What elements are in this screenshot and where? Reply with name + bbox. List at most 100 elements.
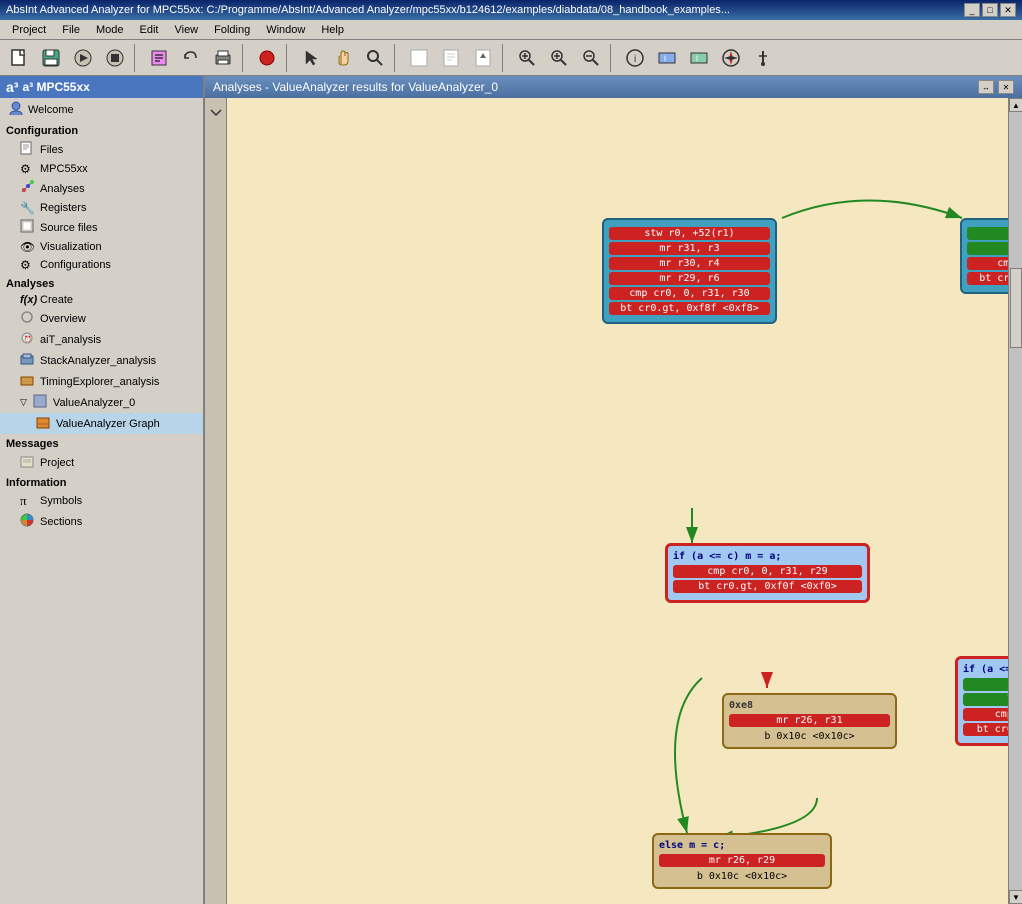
sidebar-item-visualization[interactable]: 👁 Visualization (0, 238, 203, 256)
scroll-track[interactable] (1009, 112, 1022, 890)
sidebar-item-welcome[interactable]: Welcome (0, 98, 203, 121)
sections-label: Sections (40, 516, 82, 528)
sidebar-item-analyses[interactable]: Analyses (0, 178, 203, 199)
tb-stop[interactable] (100, 44, 130, 72)
section-configuration: Configuration (0, 121, 203, 139)
tb-pin[interactable] (748, 44, 778, 72)
tb-new[interactable] (4, 44, 34, 72)
analysis-header: Analyses - ValueAnalyzer results for Val… (205, 76, 1022, 98)
ait-icon: ⏰ (20, 331, 36, 348)
cfg-block-3: 0xe8 mr r26, r31 b 0x10c <0x10c> (722, 693, 897, 749)
instr-cmp4: cmp cr0, 0, r12, r11 (963, 708, 1008, 721)
instr-mr26b: mr r26, r29 (659, 854, 825, 867)
symbols-icon: π (20, 493, 36, 509)
sidebar-item-project[interactable]: Project (0, 452, 203, 473)
tb-page2[interactable] (436, 44, 466, 72)
title-text: AbsInt Advanced Analyzer for MPC55xx: C:… (6, 4, 730, 16)
instr-bt1: bt cr0.gt, 0xf8f <0xf8> (609, 302, 770, 315)
toolbar-separator-6 (610, 44, 616, 72)
graph-canvas[interactable]: stw r0, +52(r1) mr r31, r3 mr r30, r4 mr… (227, 98, 1008, 904)
analysis-close-button[interactable]: ✕ (998, 80, 1014, 94)
svg-text:i: i (634, 54, 636, 65)
instr-lwz12b: lwz r12, +8(r1) (963, 678, 1008, 691)
sidebar-item-files[interactable]: Files (0, 139, 203, 160)
instr-cmp1: cmp cr0, 0, r31, r30 (609, 287, 770, 300)
sidebar-item-ait[interactable]: ⏰ aiT_analysis (0, 329, 203, 350)
tb-page1[interactable] (404, 44, 434, 72)
tb-info3[interactable]: i (684, 44, 714, 72)
cfg-block-5: lwz r12, +8(r1) lwz r11, +12(r1) cmp cr0… (960, 218, 1008, 294)
window-controls: _ □ ✕ (964, 3, 1016, 17)
tb-print[interactable] (208, 44, 238, 72)
tb-info2[interactable]: i (652, 44, 682, 72)
expand-icon: ▽ (20, 397, 27, 408)
app-name: a³ MPC55xx (22, 80, 89, 94)
else-header: else m = c; (659, 840, 825, 851)
tb-play[interactable] (68, 44, 98, 72)
tb-page3[interactable] (468, 44, 498, 72)
tb-undo[interactable] (176, 44, 206, 72)
sidebar-item-valueanalyzer0[interactable]: ▽ ValueAnalyzer_0 (0, 392, 203, 413)
configurations-label: Configurations (40, 259, 111, 271)
tb-save[interactable] (36, 44, 66, 72)
analysis-title: Analyses - ValueAnalyzer results for Val… (213, 80, 498, 94)
vertical-scrollbar[interactable]: ▲ ▼ (1008, 98, 1022, 904)
sidebar-item-configurations[interactable]: ⚙ Configurations (0, 256, 203, 274)
close-button[interactable]: ✕ (1000, 3, 1016, 17)
analysis-resize-button[interactable]: ↔ (978, 80, 994, 94)
sidebar-item-mpc55xx[interactable]: ⚙ MPC55xx (0, 160, 203, 178)
menu-file[interactable]: File (54, 22, 88, 38)
project-icon (20, 454, 36, 471)
sidebar-item-create[interactable]: f(x) Create (0, 292, 203, 308)
sidebar-item-sections[interactable]: Sections (0, 511, 203, 532)
section-messages: Messages (0, 434, 203, 452)
menu-edit[interactable]: Edit (132, 22, 167, 38)
minimize-button[interactable]: _ (964, 3, 980, 17)
menu-project[interactable]: Project (4, 22, 54, 38)
sidebar-item-stackanalyzer[interactable]: StackAnalyzer_analysis (0, 350, 203, 371)
sidebar-item-sourcefiles[interactable]: Source files (0, 217, 203, 238)
content-area: Analyses - ValueAnalyzer results for Val… (205, 76, 1022, 904)
tb-breakpoint[interactable] (252, 44, 282, 72)
tb-select[interactable] (296, 44, 326, 72)
tb-zoom-out[interactable] (576, 44, 606, 72)
stackanalyzer-icon (20, 352, 36, 369)
maximize-button[interactable]: □ (982, 3, 998, 17)
menu-mode[interactable]: Mode (88, 22, 132, 38)
menu-help[interactable]: Help (313, 22, 352, 38)
create-icon: f(x) (20, 294, 36, 306)
scroll-down-button[interactable]: ▼ (1009, 890, 1022, 904)
valueanalyzer0-label: ValueAnalyzer_0 (53, 397, 135, 409)
menu-view[interactable]: View (166, 22, 206, 38)
sidebar-item-overview[interactable]: Overview (0, 308, 203, 329)
sidebar-item-symbols[interactable]: π Symbols (0, 491, 203, 511)
visualization-icon: 👁 (20, 240, 36, 254)
instr-lwz11: lwz r11, +12(r1) (967, 242, 1008, 255)
sidebar-item-timing[interactable]: TimingExplorer_analysis (0, 371, 203, 392)
nav-icon-1[interactable] (207, 103, 225, 121)
tb-search[interactable] (360, 44, 390, 72)
tb-compass[interactable] (716, 44, 746, 72)
tb-zoom-fit[interactable] (512, 44, 542, 72)
scroll-thumb[interactable] (1010, 268, 1022, 348)
block-0xe8-header: 0xe8 (729, 700, 890, 711)
instr-b0x10c-1: b 0x10c <0x10c> (729, 731, 890, 742)
stackanalyzer-label: StackAnalyzer_analysis (40, 355, 156, 367)
menu-window[interactable]: Window (258, 22, 313, 38)
app-logo: a³ (6, 79, 18, 95)
main-layout: a³ a³ MPC55xx Welcome Configuration File… (0, 76, 1022, 904)
scroll-up-button[interactable]: ▲ (1009, 98, 1022, 112)
project-label: Project (40, 457, 74, 469)
menu-folding[interactable]: Folding (206, 22, 258, 38)
tb-info1[interactable]: i (620, 44, 650, 72)
swap-header: if (a <= c) swap (&a, &c); (963, 664, 1008, 675)
tb-hand[interactable] (328, 44, 358, 72)
section-information: Information (0, 473, 203, 491)
tb-edit[interactable] (144, 44, 174, 72)
menu-bar: Project File Mode Edit View Folding Wind… (0, 20, 1022, 40)
tb-zoom-in[interactable] (544, 44, 574, 72)
sourcefiles-icon (20, 219, 36, 236)
sidebar-item-registers[interactable]: 🔧 Registers (0, 199, 203, 217)
registers-icon: 🔧 (20, 201, 36, 215)
sidebar-item-valueanalyzer-graph[interactable]: ValueAnalyzer Graph (0, 413, 203, 434)
